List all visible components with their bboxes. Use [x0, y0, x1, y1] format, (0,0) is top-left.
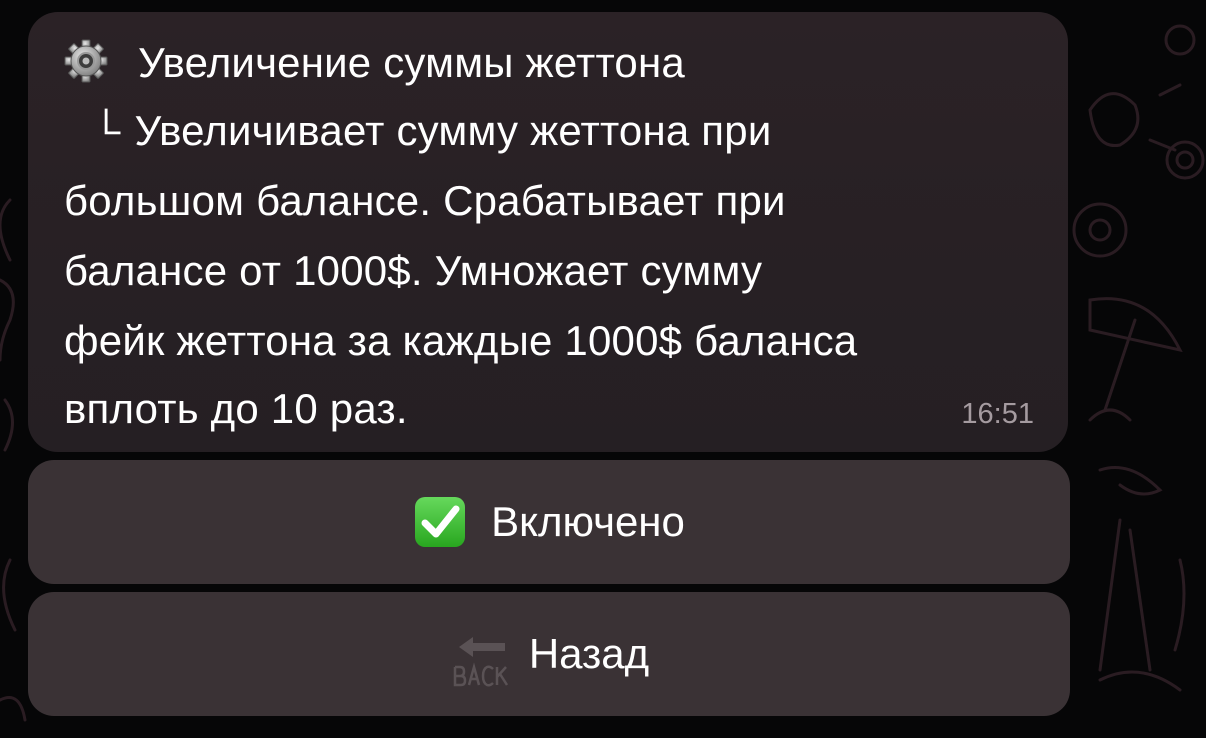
gear-icon [64, 39, 108, 83]
enabled-label: Включено [491, 498, 685, 545]
back-label: Назад [528, 630, 650, 677]
message-title: Увеличение суммы жеттона [138, 39, 685, 86]
back-button[interactable]: Назад [28, 592, 1070, 716]
message-timestamp: 16:51 [961, 398, 1034, 430]
message-title-line: Увеличение суммы жеттона [64, 38, 685, 88]
message-bubble: Увеличение суммы жеттона └ Увеличивает су… [28, 12, 1068, 452]
check-mark-icon [415, 497, 466, 547]
message-line-4: фейк жеттона за каждые 1000$ баланса [64, 317, 858, 364]
enabled-toggle-button[interactable]: Включено [28, 460, 1070, 584]
tree-branch-mark: └ [92, 110, 121, 154]
message-text: Увеличивает сумму жеттона при [134, 107, 772, 154]
message-line-2: большом балансе. Срабатывает при [64, 177, 786, 224]
chat-screen: Увеличение суммы жеттона └ Увеличивает су… [0, 0, 1206, 738]
message-line-3: балансе от 1000$. Умножает сумму [64, 247, 763, 294]
back-arrow-icon [453, 637, 508, 687]
message-line-5: вплоть до 10 раз. [64, 385, 408, 432]
message-line-1: └ Увеличивает сумму жеттона при [64, 106, 771, 157]
